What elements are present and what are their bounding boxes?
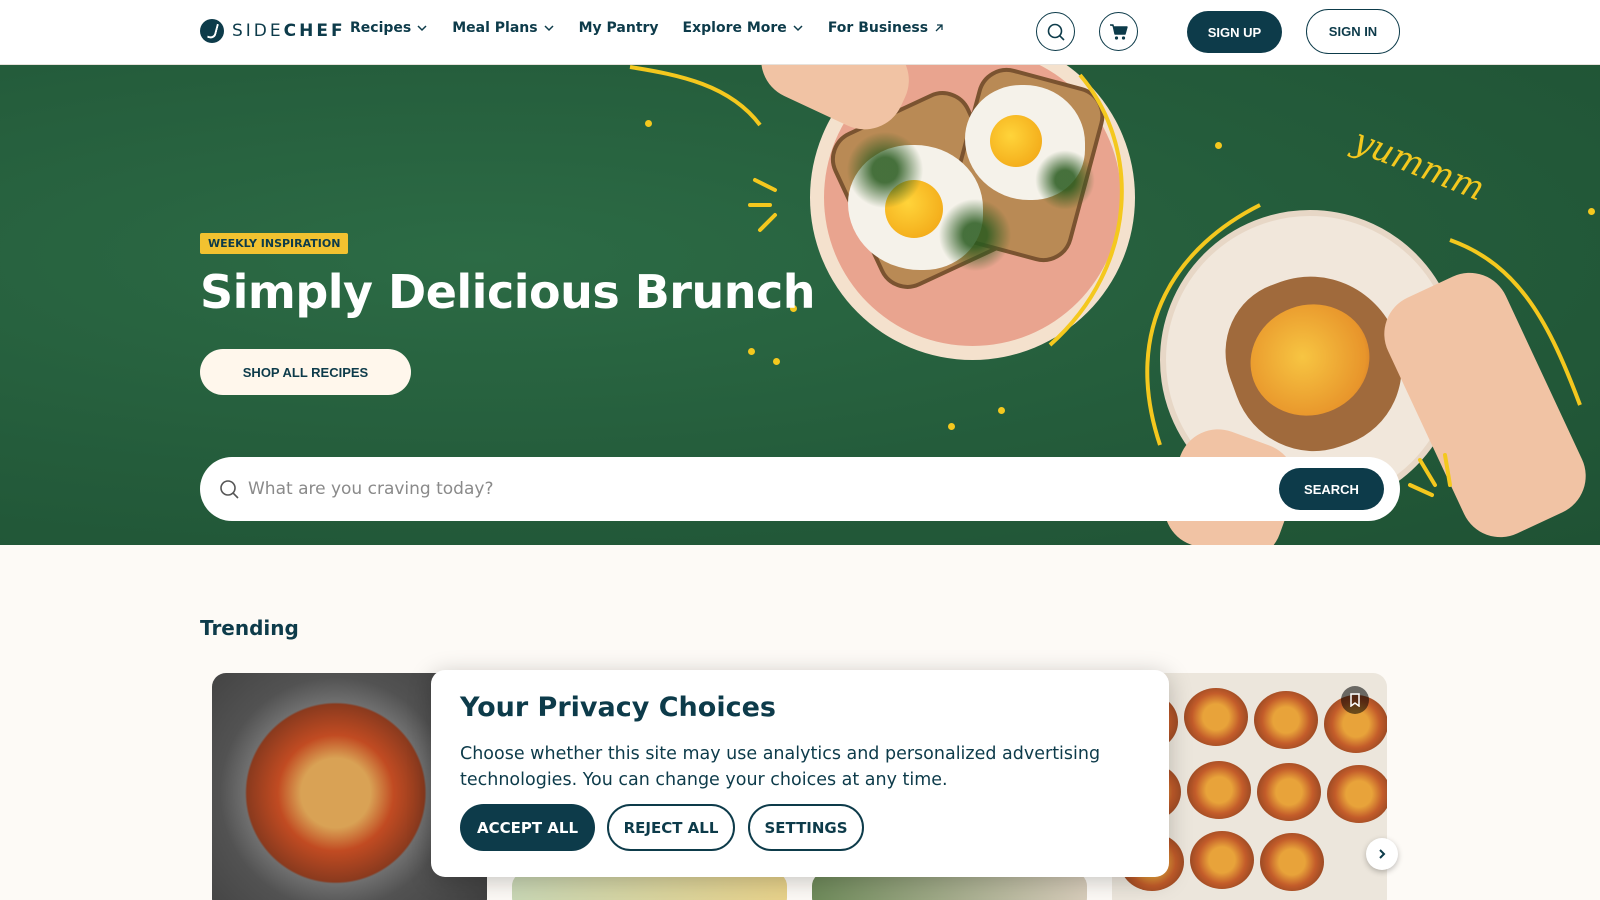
egg-muffin-image [1257, 763, 1321, 821]
search-icon [1047, 23, 1065, 41]
search-button[interactable]: SEARCH [1279, 468, 1384, 510]
sign-in-button[interactable]: SIGN IN [1306, 9, 1400, 54]
recipe-search-bar: SEARCH [200, 457, 1400, 521]
trending-heading: Trending [200, 616, 299, 640]
chevron-right-icon [1379, 849, 1386, 859]
nav-item-label: My Pantry [578, 20, 659, 36]
accept-all-button[interactable]: ACCEPT ALL [460, 804, 595, 851]
chevron-down-icon [417, 25, 427, 32]
nav-item-label: For Business [827, 20, 929, 36]
weekly-inspiration-badge: WEEKLY INSPIRATION [200, 233, 349, 254]
external-arrow-icon [935, 24, 943, 32]
search-icon [220, 480, 239, 499]
privacy-description: Choose whether this site may use analyti… [460, 744, 1101, 790]
egg-muffin-image [1190, 831, 1254, 889]
nav-item-for-business[interactable]: For Business [828, 20, 945, 36]
decor-dot [748, 348, 755, 355]
nav-item-explore-more[interactable]: Explore More [683, 20, 804, 36]
logo-text: SIDECHEF [232, 21, 346, 41]
egg-muffin-image [1260, 833, 1324, 891]
top-nav: SIDECHEF Recipes Meal Plans My Pantry Ex… [0, 0, 1600, 65]
chevron-down-icon [544, 25, 554, 32]
recipe-search-input[interactable] [248, 471, 1228, 507]
sidechef-logo[interactable]: SIDECHEF [200, 17, 346, 45]
privacy-choices-dialog: Your Privacy Choices Choose whether this… [431, 670, 1169, 877]
decor-dot [645, 120, 652, 127]
logo-mark-icon [200, 19, 224, 43]
main-menu: Recipes Meal Plans My Pantry Explore Mor… [350, 20, 945, 36]
egg-muffin-image [1184, 688, 1248, 746]
nav-item-label: Explore More [682, 20, 787, 36]
decor-dot [948, 423, 955, 430]
bookmark-button[interactable] [1341, 686, 1369, 714]
hero-title: Simply Delicious Brunch [200, 265, 815, 319]
sign-up-button[interactable]: SIGN UP [1187, 11, 1282, 53]
carousel-next-button[interactable] [1366, 838, 1398, 870]
nav-item-meal-plans[interactable]: Meal Plans [452, 20, 554, 36]
nav-item-recipes[interactable]: Recipes [350, 20, 428, 36]
hero-banner: yummm WEEKLY INSPIRATION Simply Deliciou… [0, 65, 1600, 545]
decor-dot [1588, 208, 1595, 215]
nav-item-my-pantry[interactable]: My Pantry [579, 20, 659, 36]
nav-item-label: Recipes [350, 20, 412, 36]
search-toggle-button[interactable] [1036, 12, 1075, 51]
cart-icon [1109, 23, 1128, 40]
egg-muffin-image [1327, 765, 1387, 823]
decor-dot [998, 407, 1005, 414]
nav-item-label: Meal Plans [452, 20, 538, 36]
egg-muffin-image [1187, 761, 1251, 819]
shop-all-recipes-button[interactable]: SHOP ALL RECIPES [200, 349, 411, 395]
egg-muffin-image [1254, 691, 1318, 749]
decor-dot [1215, 142, 1222, 149]
privacy-title: Your Privacy Choices [460, 692, 776, 723]
reject-all-button[interactable]: REJECT ALL [607, 804, 735, 851]
privacy-settings-button[interactable]: SETTINGS [748, 804, 864, 851]
bookmark-icon [1350, 693, 1360, 707]
decor-dot [773, 358, 780, 365]
cart-button[interactable] [1099, 12, 1138, 51]
chevron-down-icon [793, 25, 803, 32]
